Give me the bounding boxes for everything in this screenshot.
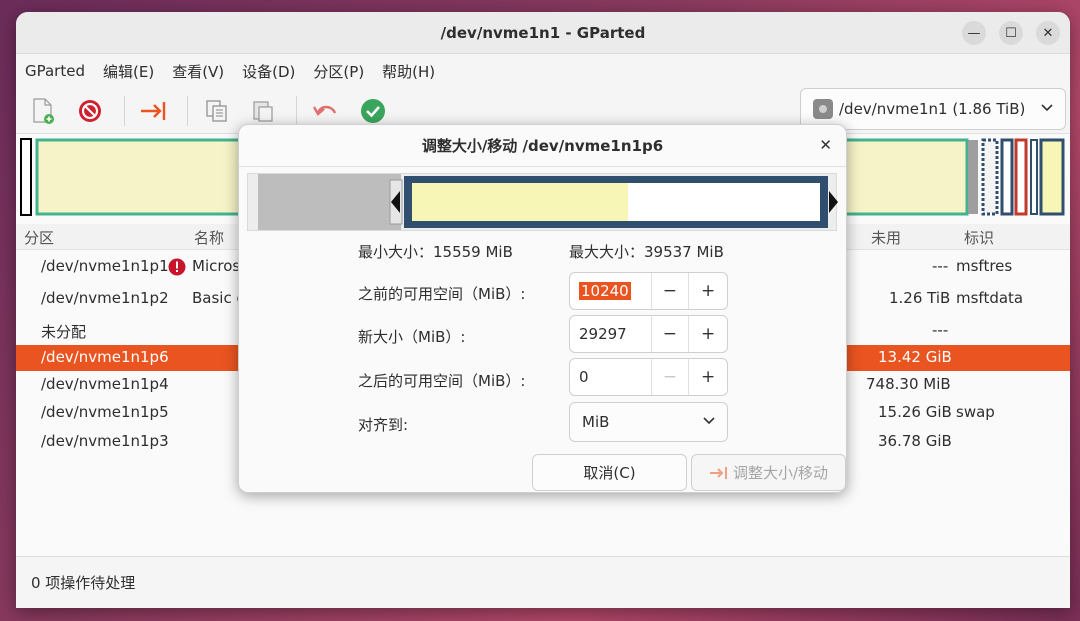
close-button[interactable]: ✕ [1036,21,1060,45]
dialog-close-button[interactable]: ✕ [819,136,832,154]
free-before-label: 之前的可用空间（MiB）: [358,285,526,303]
device-selector-value: /dev/nvme1n1 (1.86 TiB) [839,100,1026,118]
col-flags[interactable]: 标识 [964,227,994,248]
free-after-spinner: 0 − + [569,358,728,396]
align-select[interactable]: MiB [569,402,728,442]
disk-map-partition-p3 [1039,138,1065,216]
disk-map-partition-p5 [1014,138,1028,216]
free-after-label: 之后的可用空间（MiB）: [358,372,526,390]
resize-move-icon [709,466,729,480]
right-resize-handle[interactable] [829,191,838,213]
paste-icon[interactable] [248,96,278,126]
window-title: /dev/nvme1n1 - GParted [440,23,646,42]
align-select-value: MiB [582,413,610,431]
menu-bar: GParted 编辑(E) 查看(V) 设备(D) 分区(P) 帮助(H) [16,54,1070,88]
col-partition[interactable]: 分区 [24,227,54,248]
min-size-label: 最小大小：15559 MiB [358,243,513,261]
status-bar: 0 项操作待处理 [16,556,1070,608]
chevron-down-icon [1041,101,1053,116]
used-space [412,183,628,221]
menu-gparted[interactable]: GParted [25,62,85,80]
cancel-button[interactable]: 取消(C) [532,454,687,491]
free-before-decrement[interactable]: − [652,273,690,309]
free-before-increment[interactable]: + [689,273,727,309]
resize-move-dialog: 调整大小/移动 /dev/nvme1n1p6 ✕ 最小大小：15559 MiB … [238,124,847,493]
warning-icon [168,258,186,280]
new-size-increment[interactable]: + [689,316,727,352]
disk-icon [813,99,833,119]
disk-map-partition-p4 [1000,138,1014,216]
free-space-before [258,174,401,230]
minimize-button[interactable]: — [962,21,986,45]
new-size-decrement[interactable]: − [652,316,690,352]
partition-resizer[interactable] [247,173,838,231]
delete-icon[interactable] [75,96,105,126]
menu-help[interactable]: 帮助(H) [382,61,435,82]
undo-icon[interactable] [311,96,341,126]
menu-edit[interactable]: 编辑(E) [103,61,154,82]
col-unused[interactable]: 未用 [871,227,901,248]
dialog-title-bar[interactable]: 调整大小/移动 /dev/nvme1n1p6 [239,125,846,167]
apply-icon[interactable] [358,96,388,126]
free-before-input[interactable]: 10240 [570,273,652,309]
free-after-increment[interactable]: + [689,359,727,395]
new-size-label: 新大小（MiB）: [358,328,466,346]
chevron-down-icon [703,414,715,429]
free-after-input[interactable]: 0 [570,359,652,395]
free-before-spinner: 10240 − + [569,272,728,310]
disk-map-partition-p6 [981,138,999,216]
new-partition-icon[interactable] [28,96,58,126]
disk-map-unallocated [968,140,978,214]
col-name[interactable]: 名称 [194,227,224,248]
resize-move-button[interactable]: 调整大小/移动 [691,454,846,491]
resize-move-icon[interactable] [139,96,169,126]
new-size-input[interactable]: 29297 [570,316,652,352]
align-label: 对齐到: [358,416,409,434]
status-text: 0 项操作待处理 [31,574,136,592]
menu-partition[interactable]: 分区(P) [313,61,364,82]
disk-map-partition-p1 [20,138,32,216]
copy-icon[interactable] [202,96,232,126]
title-bar[interactable]: /dev/nvme1n1 - GParted — ☐ ✕ [16,12,1070,54]
maximize-button[interactable]: ☐ [999,21,1023,45]
menu-device[interactable]: 设备(D) [242,61,295,82]
new-size-spinner: 29297 − + [569,315,728,353]
free-after-decrement[interactable]: − [652,359,690,395]
dialog-title: 调整大小/移动 /dev/nvme1n1p6 [421,137,664,155]
disk-map-partition-extra [1030,139,1038,215]
max-size-label: 最大大小：39537 MiB [569,243,724,261]
menu-view[interactable]: 查看(V) [172,61,224,82]
